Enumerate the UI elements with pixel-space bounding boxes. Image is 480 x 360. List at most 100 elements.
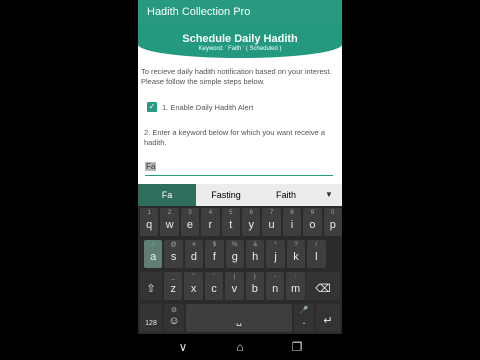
key-j[interactable]: * j <box>266 240 285 268</box>
content-area: To recieve daily hadith notification bas… <box>138 58 342 184</box>
key-d[interactable]: # d <box>184 240 204 268</box>
key-r[interactable]: 4r <box>201 208 220 236</box>
key-x[interactable]: " x <box>184 272 203 300</box>
key-c[interactable]: ' c <box>204 272 224 300</box>
enter-key[interactable]: ↵ <box>316 304 340 332</box>
app-bar: Hadith Collection Pro <box>138 0 342 24</box>
key-f[interactable]: $ f <box>205 240 224 268</box>
key-label: w <box>165 219 174 231</box>
more-suggestions-icon[interactable]: ▼ <box>316 184 342 206</box>
key-a[interactable]: ! a <box>144 240 163 268</box>
key-alt-label: ! <box>152 242 155 248</box>
key-u[interactable]: 7u <box>262 208 281 236</box>
suggestion-item[interactable]: Fasting <box>196 184 256 206</box>
page-title: Schedule Daily Hadith <box>182 33 298 45</box>
key-alt-label: ) <box>253 274 256 280</box>
page-subtitle: Keyword: ' Faith ' ( Scheduled ) <box>198 46 282 52</box>
key-k[interactable]: ? k <box>286 240 306 268</box>
key-alt-label: 5 <box>229 210 233 216</box>
step2-text: 2. Enter a keyword below for which you w… <box>144 128 325 147</box>
key-label: n <box>272 283 279 295</box>
key-label: d <box>190 251 198 263</box>
key-g[interactable]: % g <box>225 240 244 268</box>
key-label: p <box>329 219 336 231</box>
mic-icon: 🎤 <box>299 307 309 314</box>
key-label: y <box>248 219 254 231</box>
key-t[interactable]: 5t <box>221 208 240 236</box>
key-alt-label: % <box>232 242 238 248</box>
space-key[interactable]: ␣ <box>186 304 292 332</box>
header-banner: Schedule Daily Hadith Keyword: ' Faith '… <box>138 24 342 58</box>
key-alt-label: * <box>274 242 277 248</box>
enable-alert-row[interactable]: ✓ 1. Enable Daily Hadith Alert <box>147 101 253 113</box>
key-m[interactable]: :m <box>286 272 305 300</box>
emoji-key[interactable]: ⚙ ☺ <box>164 304 184 332</box>
shift-key[interactable]: ⇧ <box>140 272 162 300</box>
suggestion-item[interactable]: Fa <box>138 184 196 206</box>
key-alt-label: @ <box>170 242 177 248</box>
keyword-input[interactable]: Fa <box>145 162 333 176</box>
key-alt-label: / <box>315 242 318 248</box>
key-alt-label: " <box>192 274 195 280</box>
key-alt-label: & <box>253 242 258 248</box>
emoji-icon: ☺ <box>168 315 180 327</box>
key-label: q <box>146 219 153 231</box>
key-alt-label: $ <box>212 242 217 248</box>
key-label: t <box>229 219 233 231</box>
home-icon[interactable]: ⌂ <box>232 339 248 355</box>
suggestion-strip: Fa Fasting Faith ▼ <box>138 184 342 206</box>
key-label: o <box>309 219 316 231</box>
key-label: f <box>212 251 216 263</box>
numbers-key[interactable]: 128 <box>140 304 162 332</box>
enter-icon: ↵ <box>323 315 333 327</box>
key-p[interactable]: 0p <box>323 208 342 236</box>
key-i[interactable]: 8i <box>282 208 302 236</box>
navigation-bar: ∨ ⌂ ❐ <box>0 334 480 360</box>
phone-screen: Hadith Collection Pro Schedule Daily Had… <box>138 0 342 360</box>
key-q[interactable]: 1q <box>140 208 159 236</box>
period-key[interactable]: 🎤 . <box>294 304 314 332</box>
keyboard-row-2: ! a @ s # d $ f% g & h * j? k / l <box>138 238 342 270</box>
key-n[interactable]: -n <box>266 272 285 300</box>
key-label: h <box>252 251 259 263</box>
backspace-key[interactable]: ⌫ <box>306 272 340 300</box>
key-alt-label: # <box>192 242 196 248</box>
suggestion-item[interactable]: Faith <box>256 184 316 206</box>
key-label: e <box>186 219 194 231</box>
key-label: r <box>208 219 213 231</box>
keyboard-row-3: _ z " x ' c(v) b - n: m ⇧ ⌫ <box>138 270 342 302</box>
key-l[interactable]: / l <box>307 240 326 268</box>
key-alt-label: : <box>294 274 297 280</box>
keyword-input-value: Fa <box>145 162 157 171</box>
key-label: i <box>290 219 294 231</box>
space-icon: ␣ <box>236 316 242 326</box>
key-label: z <box>170 283 176 295</box>
key-alt-label: _ <box>171 274 175 280</box>
key-y[interactable]: 6y <box>242 208 261 236</box>
key-h[interactable]: & h <box>246 240 265 268</box>
key-o[interactable]: 9o <box>303 208 322 236</box>
key-alt-label: 1 <box>147 210 151 216</box>
key-alt-label: - <box>274 274 277 280</box>
keyboard-row-4: 128 ⚙ ☺ ␣ 🎤 . ↵ <box>138 302 342 334</box>
enable-alert-label: 1. Enable Daily Hadith Alert <box>162 102 254 112</box>
shift-icon: ⇧ <box>146 283 156 295</box>
key-w[interactable]: 2w <box>160 208 179 236</box>
key-b[interactable]: ) b <box>245 272 264 300</box>
back-icon[interactable]: ∨ <box>175 339 191 355</box>
key-z[interactable]: _ z <box>164 272 183 300</box>
recents-icon[interactable]: ❐ <box>289 339 305 355</box>
keyboard-row-1: 1q2w3e4r5t6y7u8i9o0p <box>138 206 342 238</box>
key-label: c <box>211 283 217 295</box>
key-e[interactable]: 3e <box>180 208 200 236</box>
backspace-icon: ⌫ <box>315 283 331 295</box>
enable-alert-checkbox[interactable]: ✓ <box>147 102 157 112</box>
key-v[interactable]: (v <box>225 272 244 300</box>
key-alt-label: 6 <box>249 210 253 216</box>
key-label: u <box>268 219 275 231</box>
key-alt-label: 2 <box>167 210 172 216</box>
key-label: m <box>291 283 301 295</box>
key-label: l <box>315 251 318 263</box>
key-s[interactable]: @ s <box>164 240 183 268</box>
key-label: g <box>231 251 238 263</box>
